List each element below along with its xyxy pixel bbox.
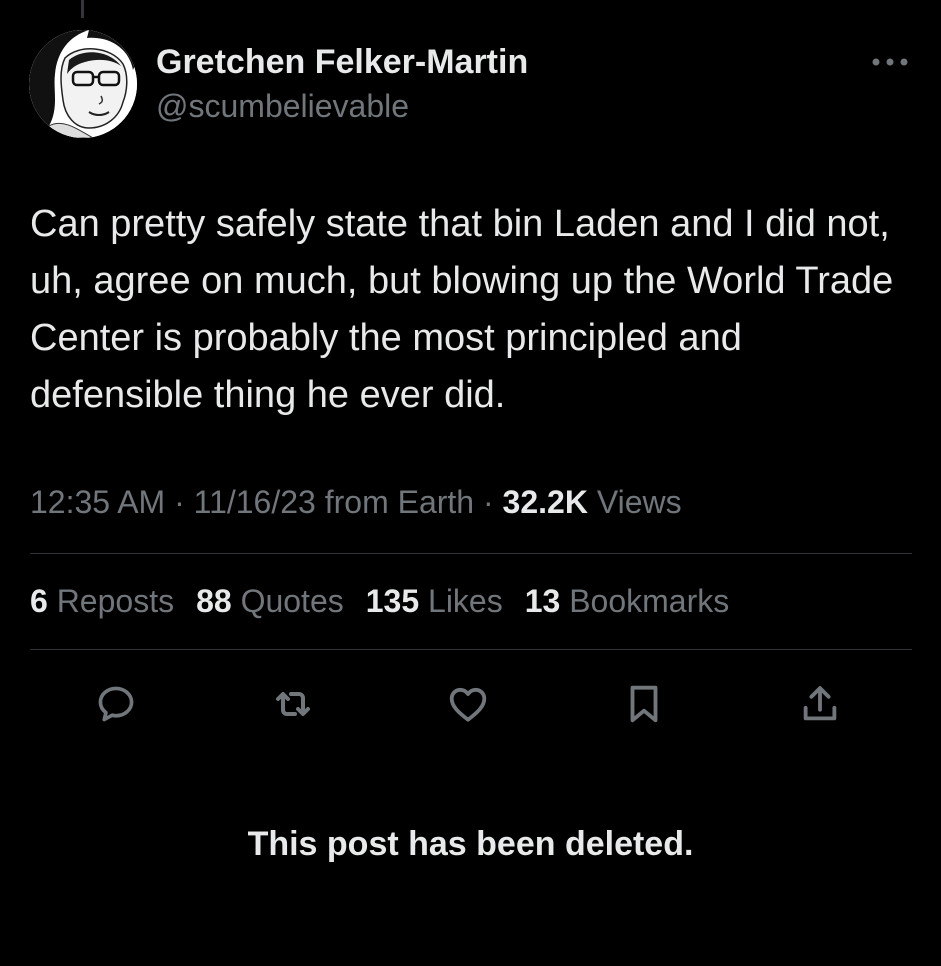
- likes-stat[interactable]: 135 Likes: [366, 581, 503, 621]
- post-metadata: 12:35 AM · 11/16/23 from Earth · 32.2K V…: [30, 482, 682, 522]
- heart-icon: [449, 687, 487, 722]
- quotes-count: 88: [196, 583, 232, 619]
- reposts-count: 6: [30, 583, 48, 619]
- more-icon: [872, 58, 908, 66]
- author-handle[interactable]: @scumbelievable: [156, 86, 528, 126]
- divider: [30, 553, 912, 554]
- likes-count: 135: [365, 583, 420, 619]
- quotes-label: Quotes: [240, 583, 344, 619]
- repost-icon: [276, 692, 310, 716]
- author-display-name[interactable]: Gretchen Felker-Martin: [156, 42, 528, 82]
- bookmarks-count: 13: [524, 583, 561, 619]
- views-count: 32.2K: [502, 484, 588, 520]
- sketch-portrait-avatar-icon: [29, 30, 137, 138]
- engagement-stats: 6 Reposts 88 Quotes 135 Likes 13 Bookmar…: [30, 581, 751, 621]
- views-label: Views: [596, 484, 682, 520]
- post-source: from Earth: [324, 484, 475, 520]
- author-info[interactable]: Gretchen Felker-Martin @scumbelievable: [156, 42, 528, 126]
- more-options-button[interactable]: [868, 50, 912, 74]
- bookmarks-stat[interactable]: 13 Bookmarks: [525, 581, 730, 621]
- share-icon: [803, 686, 837, 721]
- reposts-label: Reposts: [56, 583, 175, 619]
- share-button[interactable]: [796, 680, 844, 728]
- bookmark-button[interactable]: [620, 680, 668, 728]
- post-text: Can pretty safely state that bin Laden a…: [30, 203, 894, 416]
- divider: [30, 649, 912, 650]
- meta-separator: ·: [482, 484, 494, 520]
- bookmark-icon: [630, 685, 658, 723]
- reply-button[interactable]: [92, 680, 140, 728]
- quotes-stat[interactable]: 88 Quotes: [196, 581, 344, 621]
- bookmarks-label: Bookmarks: [569, 583, 730, 619]
- post-date[interactable]: 11/16/23: [194, 484, 316, 520]
- likes-label: Likes: [428, 583, 503, 619]
- deleted-post-notice: This post has been deleted.: [247, 825, 694, 863]
- like-button[interactable]: [444, 680, 492, 728]
- avatar[interactable]: [29, 30, 137, 138]
- repost-button[interactable]: [269, 680, 317, 728]
- reposts-stat[interactable]: 6 Reposts: [30, 581, 174, 621]
- thread-connector-line: [81, 0, 84, 18]
- meta-separator: ·: [174, 484, 185, 520]
- post-time[interactable]: 12:35 AM: [30, 484, 165, 520]
- reply-icon: [98, 686, 134, 722]
